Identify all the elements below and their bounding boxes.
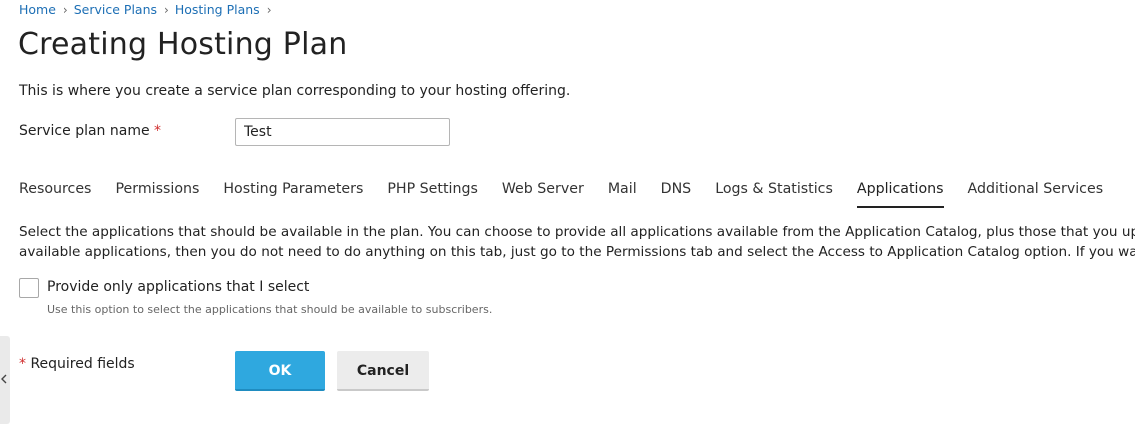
ok-button[interactable]: OK [235, 351, 325, 391]
tab-web-server[interactable]: Web Server [502, 180, 584, 208]
chevron-left-icon [1, 374, 7, 384]
tab-logs-statistics[interactable]: Logs & Statistics [715, 180, 833, 208]
page-title: Creating Hosting Plan [18, 27, 348, 62]
page-description: This is where you create a service plan … [19, 83, 571, 99]
service-plan-name-input[interactable] [235, 118, 450, 146]
chevron-right-icon: › [62, 2, 68, 17]
tab-mail[interactable]: Mail [608, 180, 637, 208]
provide-selected-apps-hint: Use this option to select the applicatio… [47, 303, 493, 316]
applications-description-line-1: Select the applications that should be a… [19, 224, 1135, 240]
tab-resources[interactable]: Resources [19, 180, 91, 208]
tab-applications[interactable]: Applications [856, 180, 944, 208]
breadcrumb-service-plans-link[interactable]: Service Plans [74, 2, 157, 17]
service-plan-name-label: Service plan name * [19, 123, 161, 139]
provide-selected-apps-checkbox[interactable] [19, 278, 39, 298]
plan-tabs: Resources Permissions Hosting Parameters… [19, 180, 1135, 208]
breadcrumb-hosting-plans-link[interactable]: Hosting Plans [175, 2, 260, 17]
sidebar-toggle[interactable] [0, 336, 10, 424]
tab-php-settings[interactable]: PHP Settings [387, 180, 477, 208]
cancel-button[interactable]: Cancel [337, 351, 429, 391]
breadcrumb: Home › Service Plans › Hosting Plans › [19, 2, 278, 17]
required-marker: * [19, 356, 26, 372]
tab-hosting-parameters[interactable]: Hosting Parameters [223, 180, 363, 208]
tab-additional-services[interactable]: Additional Services [968, 180, 1104, 208]
tab-dns[interactable]: DNS [661, 180, 692, 208]
required-fields-text: Required fields [26, 356, 135, 372]
required-marker: * [154, 123, 162, 139]
breadcrumb-home-link[interactable]: Home [19, 2, 56, 17]
chevron-right-icon: › [266, 2, 272, 17]
required-fields-note: * Required fields [19, 356, 135, 372]
applications-description-line-2: available applications, then you do not … [19, 244, 1135, 260]
tab-permissions[interactable]: Permissions [115, 180, 199, 208]
applications-tab-description: Select the applications that should be a… [19, 222, 1135, 262]
provide-selected-apps-label[interactable]: Provide only applications that I select [47, 279, 309, 295]
service-plan-name-label-text: Service plan name [19, 123, 150, 139]
chevron-right-icon: › [164, 2, 169, 17]
